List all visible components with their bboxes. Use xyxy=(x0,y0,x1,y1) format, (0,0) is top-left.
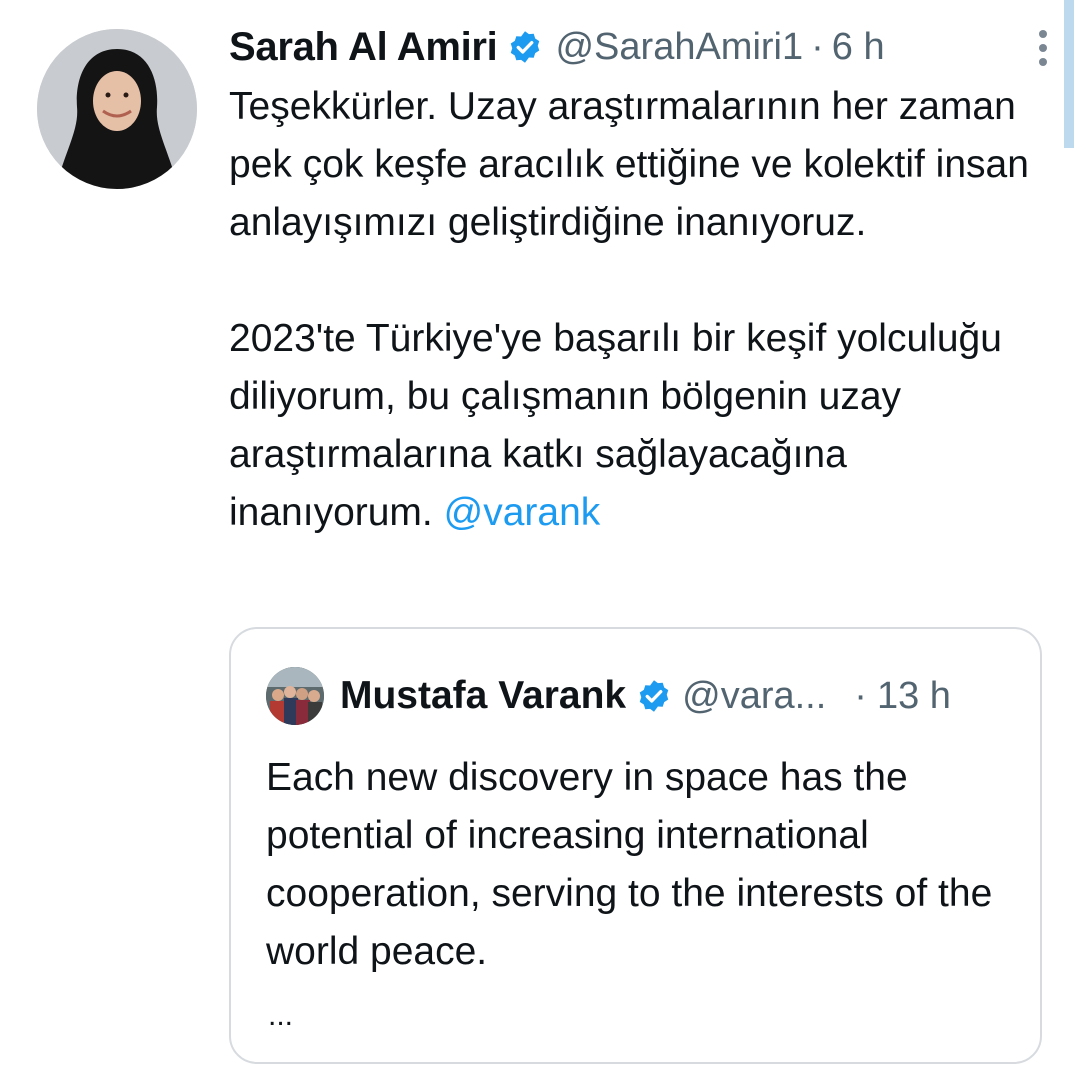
vertical-dots-icon[interactable] xyxy=(1031,28,1055,68)
mention-link[interactable]: @varank xyxy=(444,491,601,534)
quoted-tweet-text: Each new discovery in space has the pote… xyxy=(266,756,993,973)
tweet-paragraph-1: Teşekkürler. Uzay araştırmalarının her z… xyxy=(229,85,1029,244)
author-avatar[interactable] xyxy=(37,29,197,189)
separator-dot: · xyxy=(854,674,867,717)
quoted-author-name[interactable]: Mustafa Varank xyxy=(340,674,626,718)
quoted-tweet-header: Mustafa Varank @vara... · 13 h xyxy=(266,667,951,725)
tweet-paragraph-2: 2023'te Türkiye'ye başarılı bir keşif yo… xyxy=(229,310,1049,542)
tweet-timestamp[interactable]: 6 h xyxy=(832,26,885,69)
tweet-header: Sarah Al Amiri @SarahAmiri1 · 6 h xyxy=(229,20,1049,74)
quoted-tweet-ellipsis: ... xyxy=(268,999,294,1032)
tweet-text: Teşekkürler. Uzay araştırmalarının her z… xyxy=(229,78,1049,542)
tweet[interactable]: Sarah Al Amiri @SarahAmiri1 · 6 h Teşekk… xyxy=(229,20,1049,542)
tweet-paragraph-2-text: 2023'te Türkiye'ye başarılı bir keşif yo… xyxy=(229,317,1002,534)
author-name[interactable]: Sarah Al Amiri xyxy=(229,25,498,70)
quoted-tweet-timestamp[interactable]: 13 h xyxy=(877,675,951,718)
quoted-tweet[interactable]: Mustafa Varank @vara... · 13 h Each new … xyxy=(229,627,1042,1064)
scroll-indicator[interactable] xyxy=(1064,0,1074,148)
quoted-author-handle[interactable]: @vara... xyxy=(682,675,826,718)
separator-dot: · xyxy=(811,25,824,68)
verified-badge-icon xyxy=(636,678,672,714)
author-handle[interactable]: @SarahAmiri1 xyxy=(555,26,803,69)
verified-badge-icon xyxy=(507,29,543,65)
quoted-author-avatar[interactable] xyxy=(266,667,324,725)
